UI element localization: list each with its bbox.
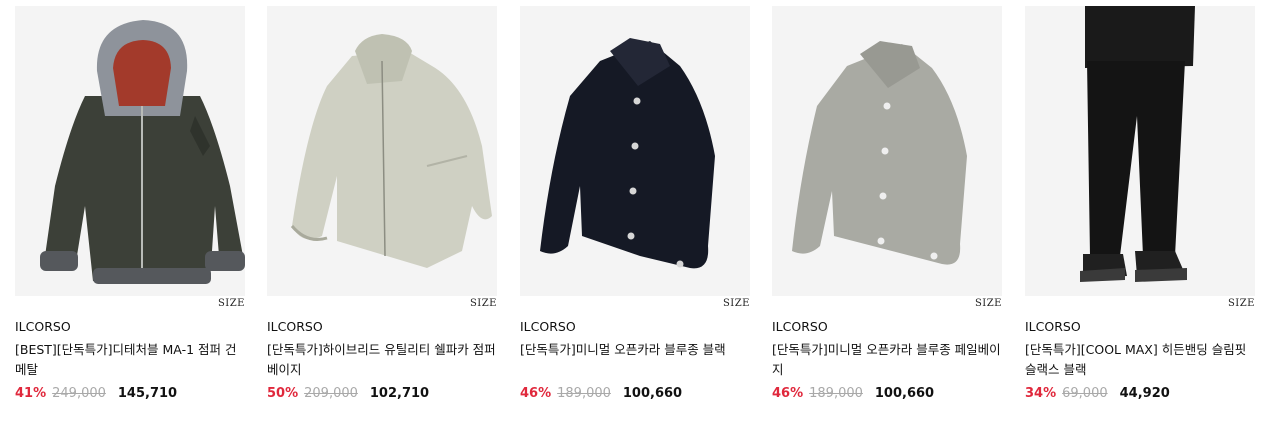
discount-rate: 46% xyxy=(520,386,552,401)
original-price: 249,000 xyxy=(52,386,106,401)
product-title[interactable]: [단독특가]하이브리드 유틸리티 쉘파카 점퍼 베이지 xyxy=(267,340,499,380)
original-price: 189,000 xyxy=(557,386,611,401)
product-brand[interactable]: ILCORSO xyxy=(772,319,828,334)
product-brand[interactable]: ILCORSO xyxy=(1025,319,1081,334)
beige-zip-jacket-icon xyxy=(267,6,497,296)
product-title[interactable]: [단독특가]미니멀 오픈카라 블루종 블랙 xyxy=(520,340,752,360)
product-card[interactable]: SIZE ILCORSO [단독특가][COOL MAX] 히든밴딩 슬림핏 슬… xyxy=(1025,6,1255,401)
original-price: 69,000 xyxy=(1062,386,1108,401)
black-slacks-icon xyxy=(1025,6,1255,296)
product-title[interactable]: [단독특가]미니멀 오픈카라 블루종 페일베이지 xyxy=(772,340,1004,380)
product-brand[interactable]: ILCORSO xyxy=(520,319,576,334)
product-image[interactable] xyxy=(267,6,497,296)
price-row: 46% 189,000 100,660 xyxy=(520,386,682,401)
product-card[interactable]: SIZE ILCORSO [단독특가]미니멀 오픈카라 블루종 블랙 46% 18… xyxy=(520,6,750,401)
discount-rate: 41% xyxy=(15,386,47,401)
discount-rate: 46% xyxy=(772,386,804,401)
product-brand[interactable]: ILCORSO xyxy=(15,319,71,334)
size-tag: SIZE xyxy=(1227,298,1255,309)
sale-price: 102,710 xyxy=(369,386,430,401)
product-image[interactable] xyxy=(1025,6,1255,296)
discount-rate: 50% xyxy=(267,386,299,401)
size-tag: SIZE xyxy=(722,298,750,309)
product-card[interactable]: SIZE ILCORSO [단독특가]하이브리드 유틸리티 쉘파카 점퍼 베이지… xyxy=(267,6,497,401)
original-price: 189,000 xyxy=(809,386,863,401)
sale-price: 100,660 xyxy=(874,386,935,401)
product-image[interactable] xyxy=(520,6,750,296)
product-title[interactable]: [단독특가][COOL MAX] 히든밴딩 슬림핏 슬랙스 블랙 xyxy=(1025,340,1257,380)
price-row: 41% 249,000 145,710 xyxy=(15,386,177,401)
sale-price: 44,920 xyxy=(1119,386,1170,401)
discount-rate: 34% xyxy=(1025,386,1057,401)
price-row: 46% 189,000 100,660 xyxy=(772,386,934,401)
hooded-bomber-jacket-icon xyxy=(15,6,245,296)
original-price: 209,000 xyxy=(304,386,358,401)
price-row: 34% 69,000 44,920 xyxy=(1025,386,1170,401)
size-tag: SIZE xyxy=(217,298,245,309)
size-tag: SIZE xyxy=(469,298,497,309)
pale-beige-blouson-icon xyxy=(772,6,1002,296)
product-card[interactable]: SIZE ILCORSO [BEST][단독특가]디테처블 MA-1 점퍼 건메… xyxy=(15,6,245,401)
size-tag: SIZE xyxy=(974,298,1002,309)
price-row: 50% 209,000 102,710 xyxy=(267,386,429,401)
product-title[interactable]: [BEST][단독특가]디테처블 MA-1 점퍼 건메탈 xyxy=(15,340,247,380)
product-image[interactable] xyxy=(772,6,1002,296)
product-brand[interactable]: ILCORSO xyxy=(267,319,323,334)
black-blouson-icon xyxy=(520,6,750,296)
product-image[interactable] xyxy=(15,6,245,296)
product-card[interactable]: SIZE ILCORSO [단독특가]미니멀 오픈카라 블루종 페일베이지 46… xyxy=(772,6,1002,401)
sale-price: 100,660 xyxy=(622,386,683,401)
sale-price: 145,710 xyxy=(117,386,178,401)
